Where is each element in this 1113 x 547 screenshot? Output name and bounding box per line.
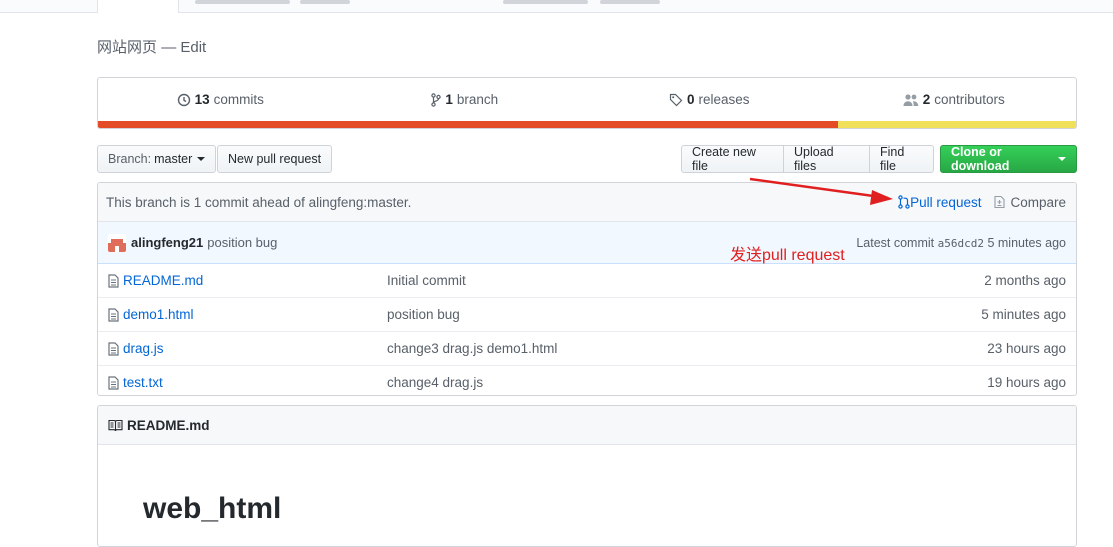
annotation-arrow [749, 177, 893, 205]
annotation-label: 发送pull request [730, 247, 845, 264]
